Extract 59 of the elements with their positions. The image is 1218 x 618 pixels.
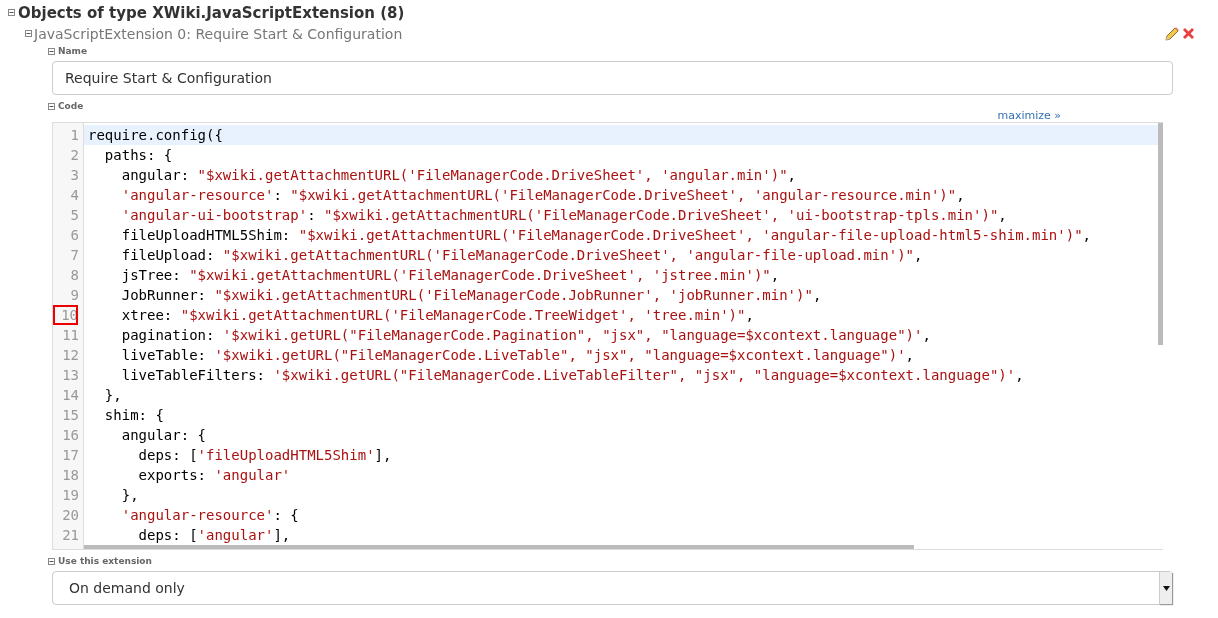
maximize-link[interactable]: maximize » (997, 109, 1061, 121)
code-line: pagination: '$xwiki.getURL("FileManagerCode.Pagination", "jsx", "language=$xcontext.language")', (120, 326, 932, 345)
code-line: deps: ['fileUploadHTML5Shim'], (137, 446, 393, 465)
code-line: xtree: "$xwiki.getAttachmentURL('FileManagerCode.TreeWidget', 'tree.min')", (120, 306, 755, 325)
line-number: 8 (69, 266, 80, 285)
collapse-icon[interactable] (8, 9, 15, 16)
line-number: 11 (61, 326, 80, 345)
code-line: liveTable: '$xwiki.getURL("FileManagerCode.LiveTable", "jsx", "language=$xcontext.language")', (120, 346, 916, 365)
scrollbar-thumb[interactable] (1158, 123, 1163, 345)
line-number: 9 (69, 286, 80, 305)
code-line: angular: { (120, 426, 207, 445)
code-line: JobRunner: "$xwiki.getAttachmentURL('FileManagerCode.JobRunner', 'jobRunner.min')", (120, 286, 823, 305)
line-number: 16 (61, 426, 80, 445)
code-line: deps: ['angular'], (137, 526, 292, 545)
code-editor[interactable] (52, 122, 1163, 550)
code-line: paths: { (103, 146, 174, 165)
line-number: 2 (69, 146, 80, 165)
code-line: 'angular-ui-bootstrap': "$xwiki.getAttachmentURL('FileManagerCode.DriveSheet', 'ui-bootstrap-tpls.min')", (120, 206, 1008, 225)
field-label: Name (58, 46, 88, 56)
collapse-icon[interactable] (48, 557, 55, 565)
code-line: exports: 'angular' (137, 466, 292, 485)
line-number: 13 (61, 366, 80, 385)
collapse-icon[interactable] (25, 30, 32, 37)
line-number: 7 (69, 246, 80, 265)
code-line: fileUpload: "$xwiki.getAttachmentURL('FileManagerCode.DriveSheet', 'angular-file-upload.min')", (120, 246, 924, 265)
delete-icon[interactable] (1181, 25, 1196, 41)
line-number: 12 (61, 346, 80, 365)
code-line: 'angular-resource': { (120, 506, 300, 525)
code-line: jsTree: "$xwiki.getAttachmentURL('FileManagerCode.DriveSheet', 'jstree.min')", (120, 266, 781, 285)
line-number: 20 (61, 506, 80, 525)
code-line: }, (103, 386, 123, 405)
section-title: Objects of type XWiki.JavaScriptExtension (8) (18, 3, 405, 22)
scrollbar-thumb[interactable] (84, 545, 914, 549)
field-label: Code (58, 101, 84, 111)
line-number: 6 (69, 226, 80, 245)
collapse-icon[interactable] (48, 47, 55, 55)
collapse-icon[interactable] (48, 102, 55, 110)
line-number: 19 (61, 486, 80, 505)
code-line: fileUploadHTML5Shim: "$xwiki.getAttachmentURL('FileManagerCode.DriveSheet', 'angular-file-upload-html5-shim.min')", (120, 226, 1093, 245)
code-line: angular: "$xwiki.getAttachmentURL('FileManagerCode.DriveSheet', 'angular.min')", (120, 166, 798, 185)
line-number: 3 (69, 166, 80, 185)
line-number: 5 (69, 206, 80, 225)
line-number: 1 (69, 126, 80, 145)
code-line: shim: { (103, 406, 165, 425)
object-title: JavaScriptExtension 0: Require Start & Configuration (34, 25, 404, 42)
code-line: liveTableFilters: '$xwiki.getURL("FileManagerCode.LiveTableFilter", "jsx", "language=$xcontext.language")', (120, 366, 1025, 385)
line-number: 14 (61, 386, 80, 405)
code-line: 'angular-resource': "$xwiki.getAttachmentURL('FileManagerCode.DriveSheet', 'angular-resource.min')", (120, 186, 966, 205)
line-number: 17 (61, 446, 80, 465)
line-number: 21 (61, 526, 80, 545)
name-field[interactable]: Require Start & Configuration (52, 61, 1173, 95)
line-number: 15 (61, 406, 80, 425)
code-line: }, (120, 486, 140, 505)
field-label: Use this extension (58, 556, 152, 566)
line-number: 18 (61, 466, 80, 485)
dropdown-field[interactable]: On demand only (52, 571, 1173, 605)
line-number: 4 (69, 186, 80, 205)
caret-icon (1162, 585, 1170, 591)
pencil-icon[interactable] (1164, 25, 1180, 42)
